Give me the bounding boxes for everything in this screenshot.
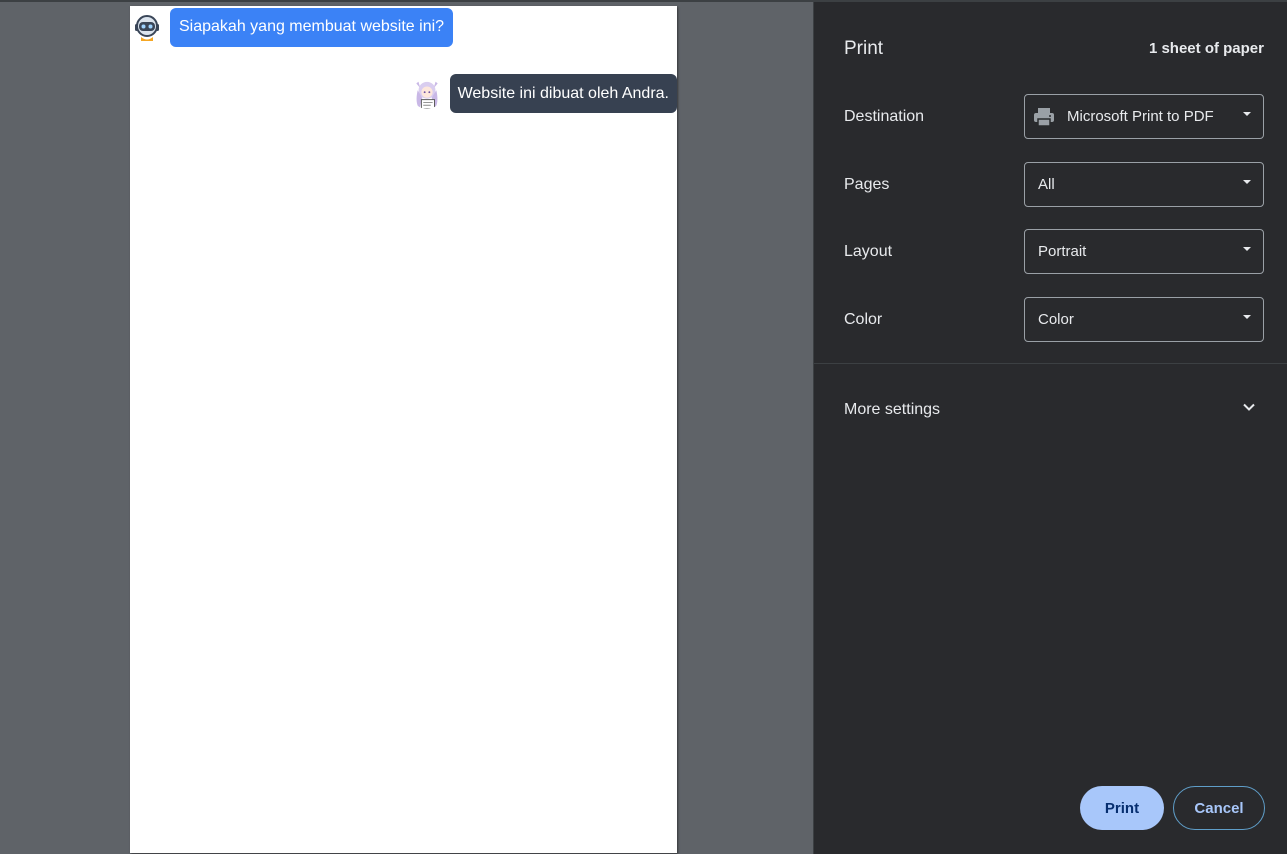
pages-select[interactable]: All (1024, 162, 1264, 207)
pages-value: All (1038, 176, 1055, 193)
destination-label: Destination (844, 108, 925, 125)
more-settings-toggle[interactable]: More settings (814, 380, 1287, 440)
destination-value: Microsoft Print to PDF (1067, 108, 1214, 125)
chat-message-bot: Siapakah yang membuat website ini? (132, 8, 454, 47)
dropdown-caret-icon (1243, 247, 1251, 251)
color-label: Color (844, 311, 883, 328)
user-avatar-icon (412, 78, 442, 109)
print-settings-panel: Print 1 sheet of paper Destination Micro… (813, 2, 1287, 854)
printer-icon (1033, 107, 1055, 127)
print-button[interactable]: Print (1080, 786, 1164, 830)
color-value: Color (1038, 311, 1074, 328)
destination-select[interactable]: Microsoft Print to PDF (1024, 94, 1264, 139)
dropdown-caret-icon (1243, 112, 1251, 116)
question-bubble: Siapakah yang membuat website ini? (170, 8, 454, 47)
layout-label: Layout (844, 243, 893, 260)
section-divider (814, 363, 1287, 364)
layout-select[interactable]: Portrait (1024, 229, 1264, 274)
answer-bubble: Website ini dibuat oleh Andra. (449, 74, 677, 113)
pages-label: Pages (844, 176, 890, 193)
sheet-count: 1 sheet of paper (1148, 40, 1264, 57)
chevron-down-icon (1241, 399, 1257, 415)
dropdown-caret-icon (1243, 180, 1251, 184)
layout-value: Portrait (1038, 243, 1087, 260)
chat-message-user: Website ini dibuat oleh Andra. (412, 74, 677, 113)
print-preview-area: Siapakah yang membuat website ini? Websi… (0, 2, 813, 854)
more-settings-label: More settings (844, 401, 941, 418)
panel-title: Print (844, 38, 884, 59)
bot-avatar-icon (132, 13, 162, 43)
cancel-button[interactable]: Cancel (1173, 786, 1265, 830)
preview-page: Siapakah yang membuat website ini? Websi… (130, 6, 677, 853)
color-select[interactable]: Color (1024, 297, 1264, 342)
dropdown-caret-icon (1243, 315, 1251, 319)
